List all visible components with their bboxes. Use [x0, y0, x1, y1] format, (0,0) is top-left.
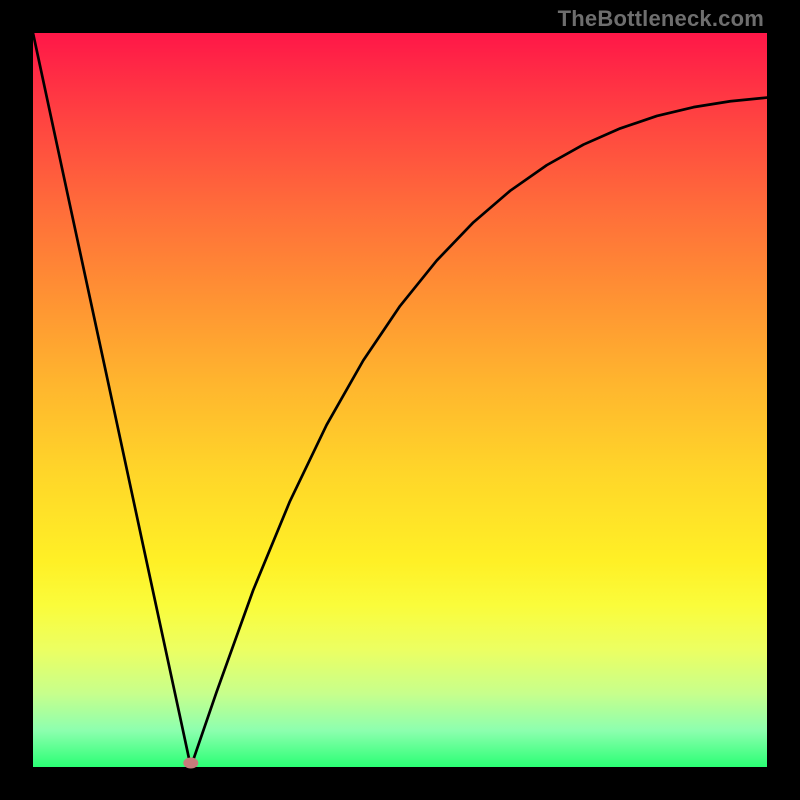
- chart-frame: TheBottleneck.com: [0, 0, 800, 800]
- attribution-label: TheBottleneck.com: [558, 6, 764, 32]
- gradient-plot-area: [33, 33, 767, 767]
